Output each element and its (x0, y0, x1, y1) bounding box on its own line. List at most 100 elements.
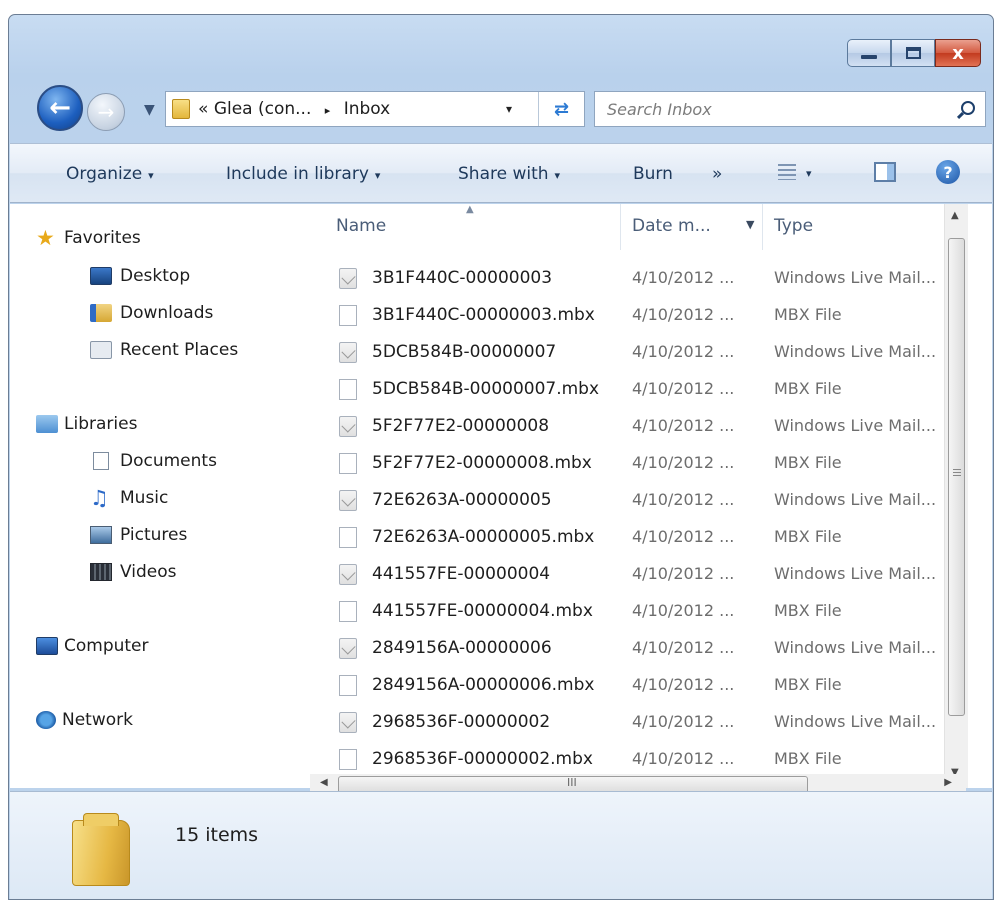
close-icon: x (952, 42, 964, 64)
file-date-modified: 4/10/2012 ... (632, 305, 735, 324)
address-bar[interactable]: « Glea (con... ▸ Inbox ▾ ⇄ (165, 91, 585, 127)
mail-icon (339, 712, 357, 733)
scroll-left-icon[interactable]: ◀ (320, 777, 328, 788)
organize-label: Organize (66, 164, 143, 184)
breadcrumb-item-parent[interactable]: Glea (con... (214, 99, 312, 119)
file-icon (339, 675, 357, 696)
nav-item-recent-places[interactable]: Recent Places (90, 340, 238, 360)
table-row[interactable]: 3B1F440C-00000003.mbx 4/10/2012 ... MBX Fi… (300, 297, 968, 334)
file-date-modified: 4/10/2012 ... (632, 379, 735, 398)
help-icon[interactable]: ? (936, 160, 960, 184)
nav-item-computer[interactable]: Computer (36, 636, 149, 656)
file-date-modified: 4/10/2012 ... (632, 601, 735, 620)
documents-icon (93, 452, 109, 470)
view-options-dropdown-icon[interactable]: ▾ (806, 167, 812, 180)
nav-item-label: Videos (120, 562, 177, 582)
item-count: 15 items (175, 824, 259, 846)
libraries-icon (36, 415, 58, 433)
column-header-name[interactable]: Name (336, 216, 386, 236)
breadcrumb-item-inbox[interactable]: Inbox (344, 99, 391, 119)
table-row[interactable]: 5DCB584B-00000007 4/10/2012 ... Windows Li… (300, 334, 968, 371)
breadcrumb-separator-icon[interactable]: ▸ (325, 104, 331, 117)
file-date-modified: 4/10/2012 ... (632, 527, 735, 546)
scroll-up-icon[interactable]: ▲ (951, 210, 959, 221)
nav-item-pictures[interactable]: Pictures (90, 525, 187, 545)
organize-button[interactable]: Organize ▾ (66, 164, 154, 184)
vertical-scroll-thumb[interactable] (948, 238, 965, 716)
column-filter-dropdown-icon[interactable]: ▼ (746, 218, 754, 231)
preview-pane-icon[interactable] (874, 162, 896, 182)
column-divider[interactable] (620, 204, 621, 250)
main-area: ★ Favorites Desktop Downloads Recent Pla… (10, 204, 992, 796)
mail-icon (339, 268, 357, 289)
nav-item-label: Favorites (64, 228, 141, 248)
back-button[interactable]: ← (37, 85, 83, 131)
table-row[interactable]: 72E6263A-00000005 4/10/2012 ... Windows Li… (300, 482, 968, 519)
maximize-button[interactable] (891, 39, 935, 67)
file-type: Windows Live Mail... (774, 416, 937, 435)
chevron-down-icon: ▾ (148, 169, 154, 182)
file-name: 2849156A-00000006.mbx (372, 675, 595, 695)
breadcrumb-overflow[interactable]: « (198, 99, 208, 119)
table-row[interactable]: 2849156A-00000006.mbx 4/10/2012 ... MBX Fi… (300, 667, 968, 704)
change-view-icon[interactable] (778, 164, 796, 180)
file-type: Windows Live Mail... (774, 342, 937, 361)
file-name: 2849156A-00000006 (372, 638, 552, 658)
nav-item-libraries[interactable]: Libraries (36, 414, 137, 434)
table-row[interactable]: 441557FE-00000004.mbx 4/10/2012 ... MBX Fi… (300, 593, 968, 630)
forward-arrow-icon: → (97, 100, 115, 124)
address-dropdown-icon[interactable]: ▾ (506, 102, 512, 116)
nav-item-desktop[interactable]: Desktop (90, 266, 190, 286)
burn-label: Burn (633, 164, 673, 184)
minimize-icon (861, 55, 877, 59)
nav-item-documents[interactable]: Documents (90, 451, 217, 471)
refresh-button[interactable]: ⇄ (538, 92, 584, 126)
search-input[interactable] (607, 94, 947, 124)
column-header-type[interactable]: Type (774, 216, 813, 236)
table-row[interactable]: 2849156A-00000006 4/10/2012 ... Windows Li… (300, 630, 968, 667)
network-icon (36, 711, 56, 729)
vertical-scrollbar[interactable]: ▲ ▼ (944, 204, 968, 788)
burn-button[interactable]: Burn (633, 164, 673, 184)
nav-item-videos[interactable]: Videos (90, 562, 177, 582)
column-header-date-modified[interactable]: Date m... (632, 216, 711, 236)
table-row[interactable]: 3B1F440C-00000003 4/10/2012 ... Windows Li… (300, 260, 968, 297)
forward-button[interactable]: → (87, 93, 125, 131)
nav-item-downloads[interactable]: Downloads (90, 303, 213, 323)
nav-item-music[interactable]: ♫ Music (90, 486, 168, 510)
downloads-icon (90, 304, 112, 322)
table-row[interactable]: 2968536F-00000002 4/10/2012 ... Windows Li… (300, 704, 968, 741)
minimize-button[interactable] (847, 39, 891, 67)
column-divider[interactable] (762, 204, 763, 250)
file-date-modified: 4/10/2012 ... (632, 268, 735, 287)
recent-pages-dropdown[interactable]: ▼ (144, 102, 155, 118)
folder-icon (172, 99, 190, 119)
table-row[interactable]: 72E6263A-00000005.mbx 4/10/2012 ... MBX Fi… (300, 519, 968, 556)
search-box[interactable] (594, 91, 986, 127)
scroll-right-icon[interactable]: ▶ (944, 777, 952, 788)
nav-item-network[interactable]: Network (36, 710, 133, 730)
chevron-down-icon: ▾ (374, 169, 381, 182)
table-row[interactable]: 5F2F77E2-00000008 4/10/2012 ... Windows Li… (300, 408, 968, 445)
more-commands-button[interactable]: » (712, 164, 722, 184)
file-name: 441557FE-00000004.mbx (372, 601, 593, 621)
file-name: 5F2F77E2-00000008.mbx (372, 453, 592, 473)
music-icon: ♫ (90, 486, 109, 510)
file-type: Windows Live Mail... (774, 268, 937, 287)
share-with-label: Share with (458, 164, 549, 184)
refresh-icon: ⇄ (553, 98, 570, 120)
file-date-modified: 4/10/2012 ... (632, 638, 735, 657)
file-icon (339, 379, 357, 400)
include-in-library-button[interactable]: Include in library ▾ (226, 164, 380, 184)
table-row[interactable]: 5DCB584B-00000007.mbx 4/10/2012 ... MBX Fi… (300, 371, 968, 408)
close-button[interactable]: x (935, 39, 981, 67)
search-icon[interactable] (961, 101, 975, 115)
file-name: 441557FE-00000004 (372, 564, 551, 584)
table-row[interactable]: 2968536F-00000002.mbx 4/10/2012 ... MBX Fi… (300, 741, 968, 778)
share-with-button[interactable]: Share with ▾ (458, 164, 560, 184)
folder-icon (72, 813, 130, 886)
navigation-pane: ★ Favorites Desktop Downloads Recent Pla… (10, 204, 300, 788)
table-row[interactable]: 441557FE-00000004 4/10/2012 ... Windows Li… (300, 556, 968, 593)
table-row[interactable]: 5F2F77E2-00000008.mbx 4/10/2012 ... MBX Fi… (300, 445, 968, 482)
nav-item-favorites[interactable]: ★ Favorites (36, 228, 141, 249)
